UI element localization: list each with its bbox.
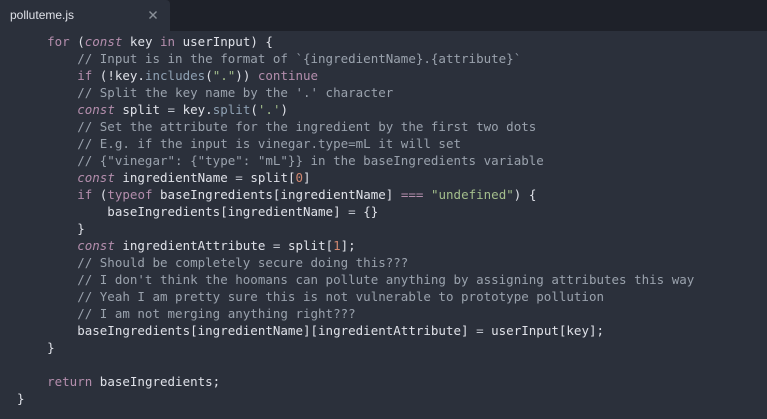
code-token: ( <box>69 34 85 49</box>
code-line: // Input is in the format of `{ingredien… <box>17 50 521 67</box>
code-token: split[ <box>280 238 334 253</box>
code-token: // Split the key name by the '.' charact… <box>17 85 394 100</box>
code-token: return <box>47 374 93 389</box>
code-token: ( <box>92 187 108 202</box>
code-line: } <box>17 339 55 356</box>
code-token: // I don't think the hoomans can pollute… <box>17 272 695 287</box>
code-token: = <box>167 102 176 117</box>
code-token: ( <box>250 102 258 117</box>
code-line: const split = key.split('.') <box>17 101 288 118</box>
code-line: // Yeah I am pretty sure this is not vul… <box>17 288 604 305</box>
code-token: // {"vinegar": {"type": "mL"}} in the ba… <box>17 153 544 168</box>
code-token: baseIngredients[ingredientName] <box>17 204 349 219</box>
code-line: for (const key in userInput) { <box>17 33 273 50</box>
code-line: return baseIngredients; <box>17 373 220 390</box>
code-token: = <box>348 204 356 219</box>
code-token: 0 <box>295 170 304 185</box>
code-line: } <box>17 220 85 237</box>
code-token: split <box>114 102 168 117</box>
code-line: // I am not merging anything right??? <box>17 305 356 322</box>
code-token: for <box>47 34 70 49</box>
code-token: userInput) { <box>175 34 273 49</box>
code-token: ]; <box>340 238 356 253</box>
code-token: baseIngredients; <box>92 374 221 389</box>
code-area[interactable]: for (const key in userInput) { // Input … <box>0 30 767 419</box>
code-line: // {"vinegar": {"type": "mL"}} in the ba… <box>17 152 544 169</box>
code-token: const <box>77 102 115 117</box>
code-token: key. <box>175 102 213 117</box>
code-token: // Set the attribute for the ingredient … <box>17 119 537 134</box>
code-line: // Split the key name by the '.' charact… <box>17 84 393 101</box>
code-token: = <box>476 323 484 338</box>
code-token: baseIngredients[ingredientName] <box>152 187 401 202</box>
code-token: // Yeah I am pretty sure this is not vul… <box>17 289 604 304</box>
code-token: userInput[key]; <box>483 323 605 338</box>
code-token: key <box>122 34 161 49</box>
code-token: // E.g. if the input is vinegar.type=mL … <box>17 136 462 151</box>
code-editor: polluteme.js for (const key in userInput… <box>0 0 767 419</box>
tab-title: polluteme.js <box>10 8 75 22</box>
code-line: if (!key.includes(".")) continue <box>17 67 318 84</box>
code-line: } <box>17 390 25 407</box>
code-token: // I am not merging anything right??? <box>17 306 356 321</box>
code-token: // Should be completely secure doing thi… <box>17 255 409 270</box>
code-token: ) <box>280 102 288 117</box>
code-token: // Input is in the format of `{ingredien… <box>17 51 522 66</box>
code-token: } <box>17 221 85 236</box>
code-line: // Should be completely secure doing thi… <box>17 254 408 271</box>
code-token: "undefined" <box>430 187 514 202</box>
code-token: const <box>77 238 115 253</box>
code-line: // E.g. if the input is vinegar.type=mL … <box>17 135 461 152</box>
code-line: const ingredientAttribute = split[1]; <box>17 237 356 254</box>
code-token: if <box>77 187 93 202</box>
code-token: split <box>212 102 251 117</box>
code-token: (!key. <box>92 68 145 83</box>
code-token: ( <box>205 68 213 83</box>
code-token: const <box>77 170 115 185</box>
code-token: if <box>77 68 93 83</box>
code-token: baseIngredients[ingredientName][ingredie… <box>17 323 477 338</box>
code-token: includes <box>144 68 206 83</box>
code-token: ) { <box>513 187 537 202</box>
code-token: const <box>84 34 123 49</box>
code-line: const ingredientName = split[0] <box>17 169 311 186</box>
code-line: baseIngredients[ingredientName][ingredie… <box>17 322 604 339</box>
code-line: if (typeof baseIngredients[ingredientNam… <box>17 186 536 203</box>
code-line: // I don't think the hoomans can pollute… <box>17 271 694 288</box>
code-token: )) <box>235 68 258 83</box>
code-token: ingredientAttribute <box>114 238 273 253</box>
code-token: } <box>17 340 55 355</box>
code-token: {} <box>355 204 379 219</box>
code-token: === <box>400 187 424 202</box>
code-line: baseIngredients[ingredientName] = {} <box>17 203 378 220</box>
code-token: continue <box>257 68 319 83</box>
code-token: = <box>235 170 243 185</box>
close-icon[interactable] <box>146 7 160 21</box>
code-token: in <box>160 34 176 49</box>
tab-bar: polluteme.js <box>0 0 767 31</box>
code-token: 1 <box>333 238 341 253</box>
code-token: "." <box>212 68 236 83</box>
code-token: '.' <box>257 102 281 117</box>
tab-polluteme[interactable]: polluteme.js <box>0 0 170 31</box>
code-token: ingredientName <box>114 170 236 185</box>
code-token: typeof <box>107 187 153 202</box>
code-token: ] <box>303 170 311 185</box>
code-token: split[ <box>242 170 296 185</box>
code-line: // Set the attribute for the ingredient … <box>17 118 536 135</box>
code-token: } <box>17 391 25 406</box>
